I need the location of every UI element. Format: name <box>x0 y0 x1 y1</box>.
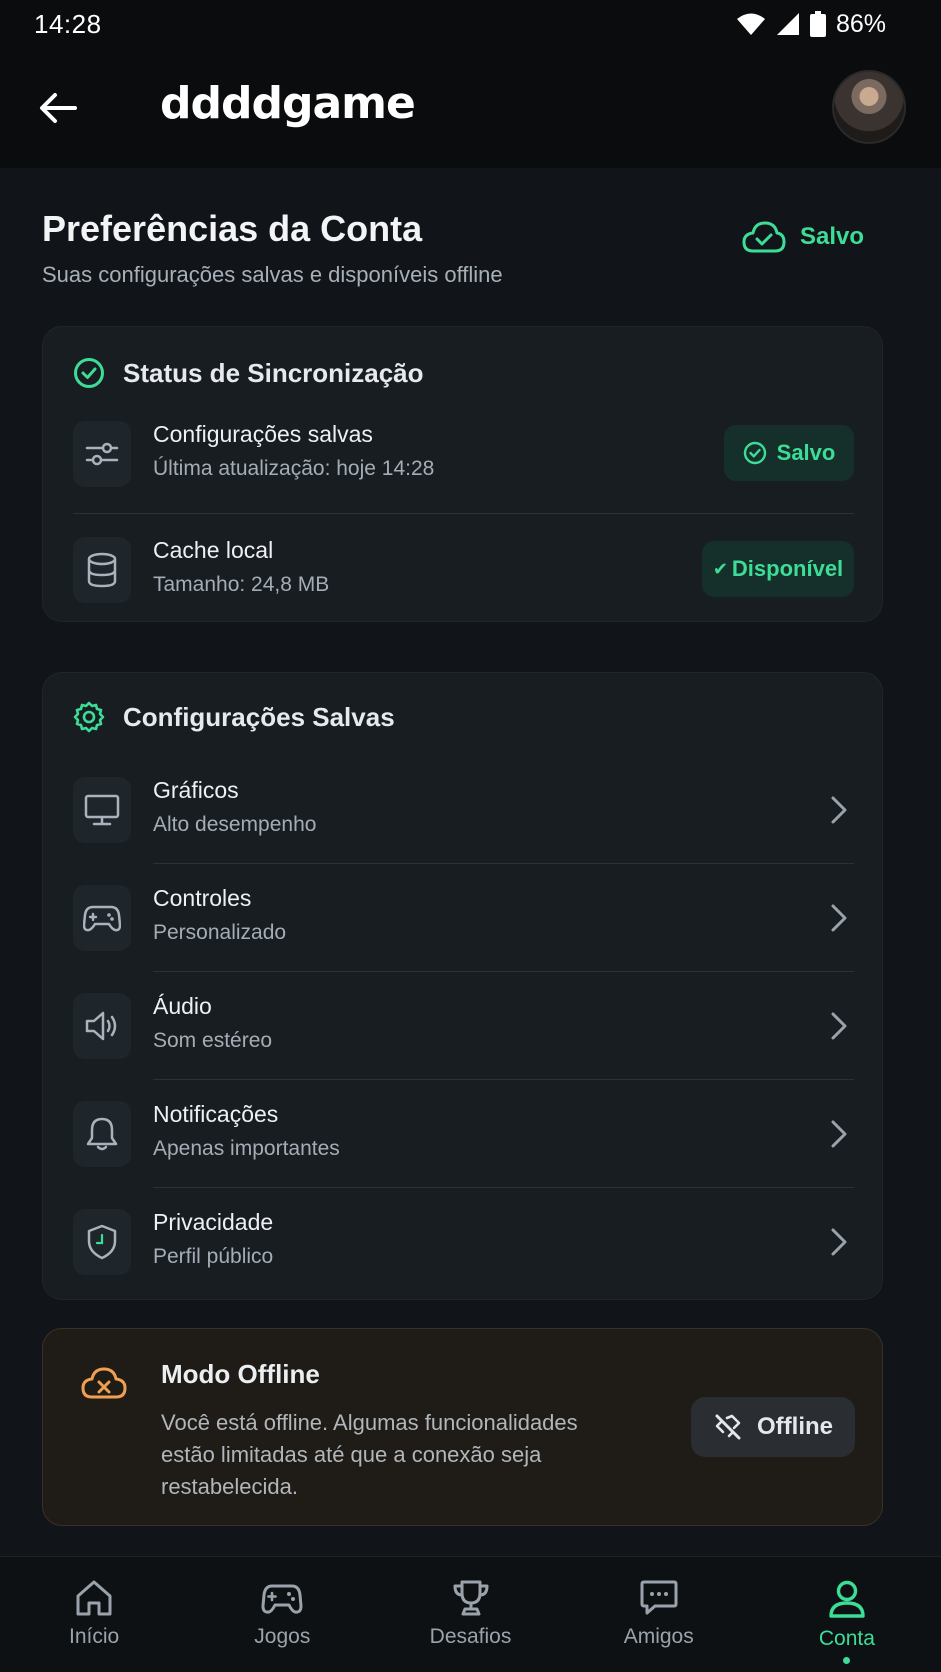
check-icon: ✔ <box>712 558 728 579</box>
avatar[interactable] <box>832 70 906 144</box>
check-circle-icon <box>743 441 766 465</box>
sliders-icon <box>73 421 131 487</box>
check-circle-icon <box>74 358 104 388</box>
sync-heading: Status de Sincronização <box>73 357 424 389</box>
chevron-right-icon <box>831 1012 847 1040</box>
gamepad-icon <box>73 885 131 951</box>
settings-item-detail: Som estéreo <box>153 1029 273 1052</box>
battery-percent: 86% <box>835 9 886 38</box>
status-badge-label: Salvo <box>776 440 836 465</box>
battery-icon <box>809 11 826 37</box>
settings-item-detail: Perfil público <box>153 1245 274 1268</box>
bottom-nav: Início Jogos Desafios Amigos Conta <box>0 1556 941 1672</box>
nav-item-label: Início <box>69 1625 120 1648</box>
settings-heading-label: Configurações Salvas <box>123 701 395 732</box>
nav-item-games[interactable]: Jogos <box>188 1557 376 1672</box>
nav-item-challenges[interactable]: Desafios <box>376 1557 564 1672</box>
user-icon <box>829 1580 865 1618</box>
sync-status-card: Status de Sincronização Configurações sa… <box>42 326 883 622</box>
settings-item-title: Notificações <box>153 1101 279 1127</box>
divider <box>153 1079 854 1080</box>
chat-icon <box>640 1580 678 1615</box>
chevron-right-icon <box>831 1228 847 1256</box>
page-title: Preferências da Conta <box>42 208 423 249</box>
offline-button-label: Offline <box>757 1413 833 1440</box>
settings-item-graphics[interactable]: Gráficos Alto desempenho <box>73 759 854 859</box>
divider <box>73 513 854 514</box>
nav-item-label: Desafios <box>429 1625 512 1648</box>
nav-item-home[interactable]: Início <box>0 1557 188 1672</box>
offline-button[interactable]: Offline <box>691 1397 855 1457</box>
cloud-offline-icon <box>81 1367 127 1399</box>
bell-icon <box>73 1101 131 1167</box>
settings-item-title: Áudio <box>153 993 212 1019</box>
settings-item-detail: Apenas importantes <box>153 1137 340 1160</box>
cloud-check-icon <box>742 221 786 253</box>
trophy-icon <box>453 1580 488 1616</box>
settings-item-detail: Alto desempenho <box>153 813 317 836</box>
gear-icon <box>73 701 105 733</box>
settings-item-privacy[interactable]: Privacidade Perfil público <box>73 1191 854 1291</box>
nav-item-label: Jogos <box>254 1625 311 1648</box>
database-icon <box>73 537 131 603</box>
offline-mode-card: Modo Offline Você está offline. Algumas … <box>42 1328 883 1526</box>
nav-item-label: Conta <box>818 1627 875 1650</box>
sync-row-cache: Cache local Tamanho: 24,8 MB ✔ Disponíve… <box>73 519 854 619</box>
monitor-icon <box>73 777 131 843</box>
chevron-right-icon <box>831 796 847 824</box>
status-bar: 14:28 86% <box>0 0 941 48</box>
nav-item-friends[interactable]: Amigos <box>565 1557 753 1672</box>
settings-heading: Configurações Salvas <box>73 701 395 733</box>
page-subtitle: Suas configurações salvas e disponíveis … <box>42 262 503 287</box>
arrow-left-icon <box>40 93 77 123</box>
offline-title: Modo Offline <box>161 1359 320 1389</box>
home-icon <box>76 1580 112 1616</box>
settings-item-audio[interactable]: Áudio Som estéreo <box>73 975 854 1075</box>
shield-icon <box>73 1209 131 1275</box>
app-logo: ddddgame <box>160 78 416 129</box>
settings-item-notifications[interactable]: Notificações Apenas importantes <box>73 1083 854 1183</box>
sync-row-title: Cache local <box>153 537 274 563</box>
saved-status: Salvo <box>742 220 864 254</box>
sync-heading-label: Status de Sincronização <box>123 357 424 388</box>
gamepad-icon <box>261 1584 303 1614</box>
saved-label: Salvo <box>800 223 865 250</box>
nav-item-label: Amigos <box>623 1625 694 1648</box>
settings-item-title: Privacidade <box>153 1209 274 1235</box>
signal-icon <box>776 13 799 35</box>
wifi-off-icon <box>715 1414 741 1440</box>
status-badge: Salvo <box>724 425 854 481</box>
settings-item-title: Controles <box>153 885 252 911</box>
chevron-right-icon <box>831 904 847 932</box>
speaker-icon <box>73 993 131 1059</box>
app-bar: ddddgame <box>0 48 941 168</box>
sync-row-detail: Última atualização: hoje 14:28 <box>153 457 435 480</box>
settings-item-title: Gráficos <box>153 777 239 803</box>
active-indicator <box>843 1657 851 1664</box>
status-icons: 86% <box>736 10 886 39</box>
settings-item-detail: Personalizado <box>153 921 287 944</box>
status-badge: ✔ Disponível <box>702 541 854 597</box>
sync-row-title: Configurações salvas <box>153 421 373 447</box>
status-badge-label: Disponível <box>731 556 844 581</box>
saved-settings-card: Configurações Salvas Gráficos Alto desem… <box>42 672 883 1300</box>
divider <box>153 863 854 864</box>
nav-item-account[interactable]: Conta <box>753 1557 941 1672</box>
wifi-icon <box>736 13 765 35</box>
divider <box>153 971 854 972</box>
back-button[interactable] <box>36 86 80 130</box>
sync-row-settings: Configurações salvas Última atualização:… <box>73 403 854 503</box>
offline-description: Você está offline. Algumas funcionalidad… <box>161 1410 578 1499</box>
divider <box>153 1187 854 1188</box>
sync-row-detail: Tamanho: 24,8 MB <box>153 573 330 596</box>
status-time: 14:28 <box>34 8 102 39</box>
chevron-right-icon <box>831 1120 847 1148</box>
settings-item-controls[interactable]: Controles Personalizado <box>73 867 854 967</box>
